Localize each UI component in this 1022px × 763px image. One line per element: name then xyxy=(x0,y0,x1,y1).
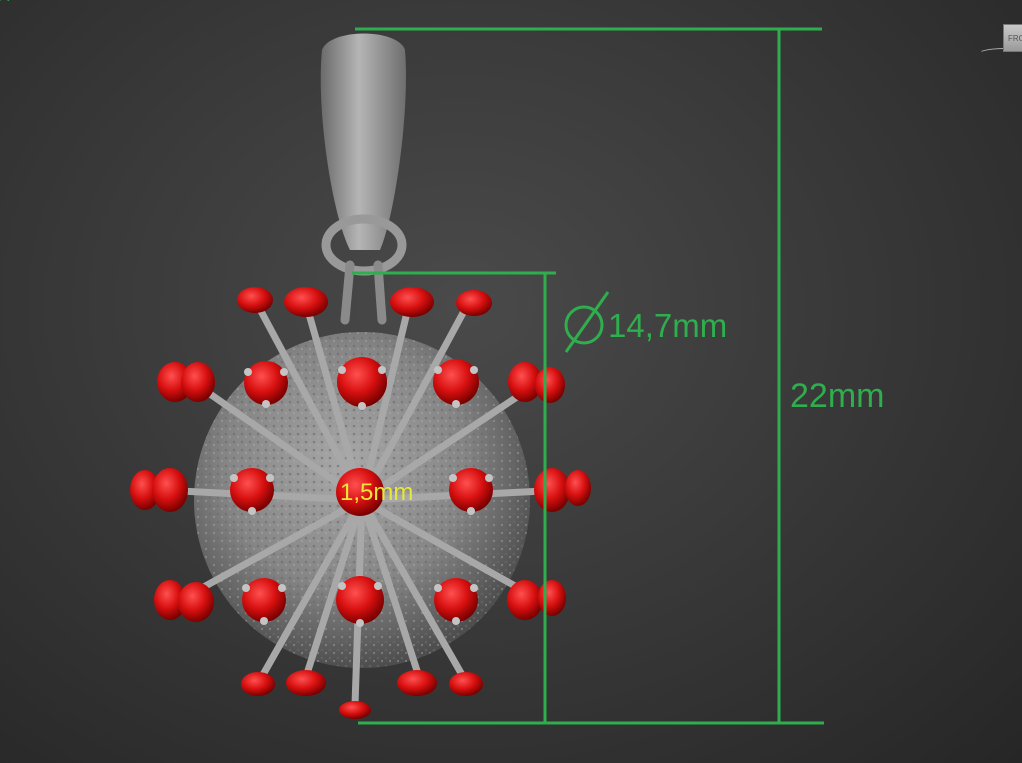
viewcube-label: FRO xyxy=(1008,34,1022,43)
height-dimension-label: 22mm xyxy=(790,377,885,415)
gem-size-label: 1,5mm xyxy=(340,479,414,506)
viewcube-icon[interactable]: FRO xyxy=(1003,24,1022,52)
diameter-dimension-label: 14,7mm xyxy=(608,307,728,344)
3d-viewport[interactable]: 14,7mm 22mm 1,5mm FRO xyxy=(0,0,1022,763)
